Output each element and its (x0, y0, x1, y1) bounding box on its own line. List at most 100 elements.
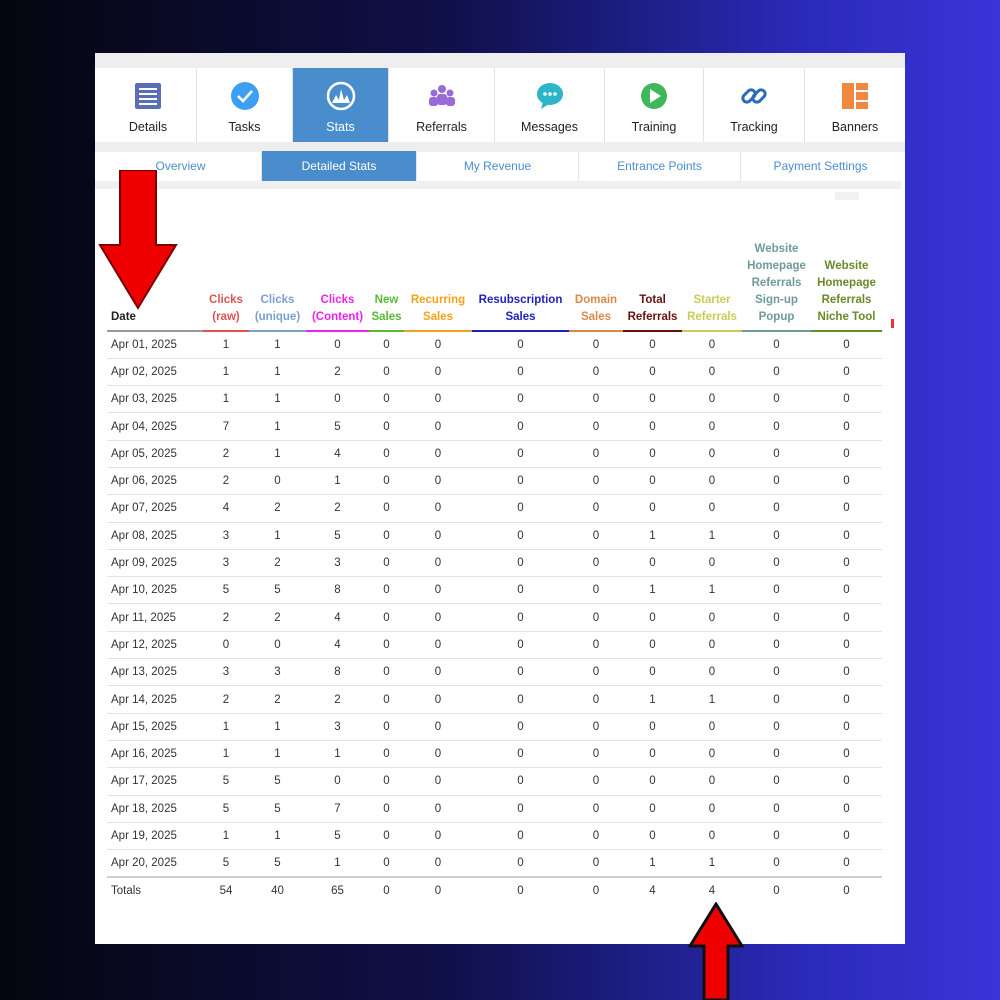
row-date: Apr 10, 2025 (107, 576, 203, 605)
nav-banners[interactable]: Banners (805, 68, 905, 142)
table-cell: 0 (569, 740, 623, 769)
table-cell: 2 (203, 467, 249, 496)
table-cell: 0 (404, 412, 472, 441)
table-cell: 0 (306, 331, 369, 359)
column-header[interactable]: Clicks (Content) (306, 241, 369, 332)
table-cell: 0 (623, 740, 682, 769)
row-date: Apr 16, 2025 (107, 740, 203, 769)
table-cell: 2 (203, 685, 249, 714)
nav-details[interactable]: Details (100, 68, 197, 142)
nav-tracking[interactable]: Tracking (704, 68, 805, 142)
table-cell: 0 (623, 795, 682, 823)
column-header-line: Referrals (751, 277, 802, 289)
column-header[interactable]: Total Referrals (623, 241, 682, 332)
detailed-stats-table: Date Clicks (raw) Clicks (unique) Clicks (Con… (107, 241, 882, 905)
tab-my-revenue[interactable]: My Revenue (417, 151, 579, 181)
table-cell: 0 (472, 713, 569, 741)
table-row: Apr 18, 2025 5 5 7 0 0 0 0 0 0 0 0 (107, 795, 882, 823)
table-cell: 0 (682, 631, 742, 660)
row-date: Apr 04, 2025 (107, 412, 203, 441)
tab-payment-settings[interactable]: Payment Settings (741, 151, 900, 181)
totals-cell: 0 (472, 875, 569, 905)
table-cell: 0 (682, 795, 742, 823)
column-header-line: (unique) (254, 311, 301, 323)
column-header[interactable]: Resubscription Sales (472, 241, 569, 332)
table-cell: 0 (742, 849, 811, 878)
table-cell: 5 (306, 822, 369, 851)
table-cell: 0 (742, 685, 811, 714)
table-cell: 0 (369, 385, 404, 414)
column-header[interactable]: Clicks (raw) (203, 241, 249, 332)
totals-row: Totals 54 40 65 0 0 0 0 4 4 0 0 (107, 875, 882, 905)
table-cell: 8 (306, 576, 369, 605)
table-cell: 0 (472, 685, 569, 714)
table-cell: 0 (369, 467, 404, 496)
nav-training[interactable]: Training (605, 68, 704, 142)
row-date: Apr 11, 2025 (107, 603, 203, 632)
table-cell: 0 (623, 358, 682, 387)
people-icon (427, 81, 457, 111)
table-cell: 0 (623, 767, 682, 796)
table-cell: 5 (203, 795, 249, 823)
nav-stats[interactable]: Stats (293, 68, 389, 142)
nav-label: Training (631, 120, 677, 134)
table-cell: 0 (742, 795, 811, 823)
table-cell: 0 (569, 522, 623, 550)
nav-tasks[interactable]: Tasks (197, 68, 293, 142)
totals-cell: 0 (811, 875, 882, 905)
table-cell: 0 (369, 767, 404, 796)
table-cell: 0 (369, 440, 404, 468)
table-cell: 0 (811, 576, 882, 605)
table-cell: 0 (569, 385, 623, 414)
table-cell: 0 (569, 849, 623, 878)
totals-cell: 0 (404, 875, 472, 905)
table-cell: 0 (472, 494, 569, 523)
column-header[interactable]: Website Homepage Referrals Sign-up Popup (742, 241, 811, 332)
table-row: Apr 06, 2025 2 0 1 0 0 0 0 0 0 0 0 (107, 467, 882, 496)
column-header[interactable]: Starter Referrals (682, 241, 742, 332)
table-cell: 0 (472, 467, 569, 496)
row-date: Apr 03, 2025 (107, 385, 203, 414)
table-cell: 0 (369, 713, 404, 741)
table-cell: 1 (306, 467, 369, 496)
table-cell: 0 (623, 713, 682, 741)
table-row: Apr 17, 2025 5 5 0 0 0 0 0 0 0 0 0 (107, 767, 882, 796)
table-cell: 1 (249, 522, 306, 550)
nav-referrals[interactable]: Referrals (389, 68, 495, 142)
table-cell: 0 (623, 440, 682, 468)
play-circle-icon (639, 81, 669, 111)
nav-messages[interactable]: Messages (495, 68, 605, 142)
column-header[interactable]: Domain Sales (569, 241, 623, 332)
tab-entrance-points[interactable]: Entrance Points (579, 151, 741, 181)
table-cell: 0 (682, 385, 742, 414)
table-row: Apr 09, 2025 3 2 3 0 0 0 0 0 0 0 0 (107, 549, 882, 578)
table-cell: 0 (623, 549, 682, 578)
table-cell: 0 (742, 740, 811, 769)
column-header[interactable]: Clicks (unique) (249, 241, 306, 332)
column-header[interactable]: Recurring Sales (404, 241, 472, 332)
table-cell: 0 (742, 494, 811, 523)
table-cell: 1 (249, 385, 306, 414)
table-row: Apr 15, 2025 1 1 3 0 0 0 0 0 0 0 0 (107, 713, 882, 741)
table-cell: 2 (249, 549, 306, 578)
table-cell: 0 (404, 631, 472, 660)
affiliate-stats-panel: Details Tasks Stats Referrals Messages T… (95, 53, 905, 944)
table-cell: 0 (811, 822, 882, 851)
table-cell: 1 (203, 358, 249, 387)
column-header[interactable]: Website Homepage Referrals Niche Tool (811, 241, 882, 332)
sub-nav: Overview Detailed Stats My Revenue Entra… (100, 151, 900, 181)
tab-detailed-stats[interactable]: Detailed Stats (262, 151, 417, 181)
column-header-line: Clicks (260, 294, 295, 306)
table-cell: 0 (742, 658, 811, 687)
column-header-line: New (374, 294, 399, 306)
row-date: Apr 20, 2025 (107, 849, 203, 878)
table-cell: 1 (623, 522, 682, 550)
table-cell: 0 (811, 385, 882, 414)
column-header[interactable]: New Sales (369, 241, 404, 332)
chat-bubble-icon (535, 81, 565, 111)
column-header-line: (raw) (212, 311, 240, 323)
table-cell: 3 (203, 522, 249, 550)
column-header-line: Sales (505, 311, 536, 323)
table-cell: 4 (306, 603, 369, 632)
row-date: Apr 08, 2025 (107, 522, 203, 550)
